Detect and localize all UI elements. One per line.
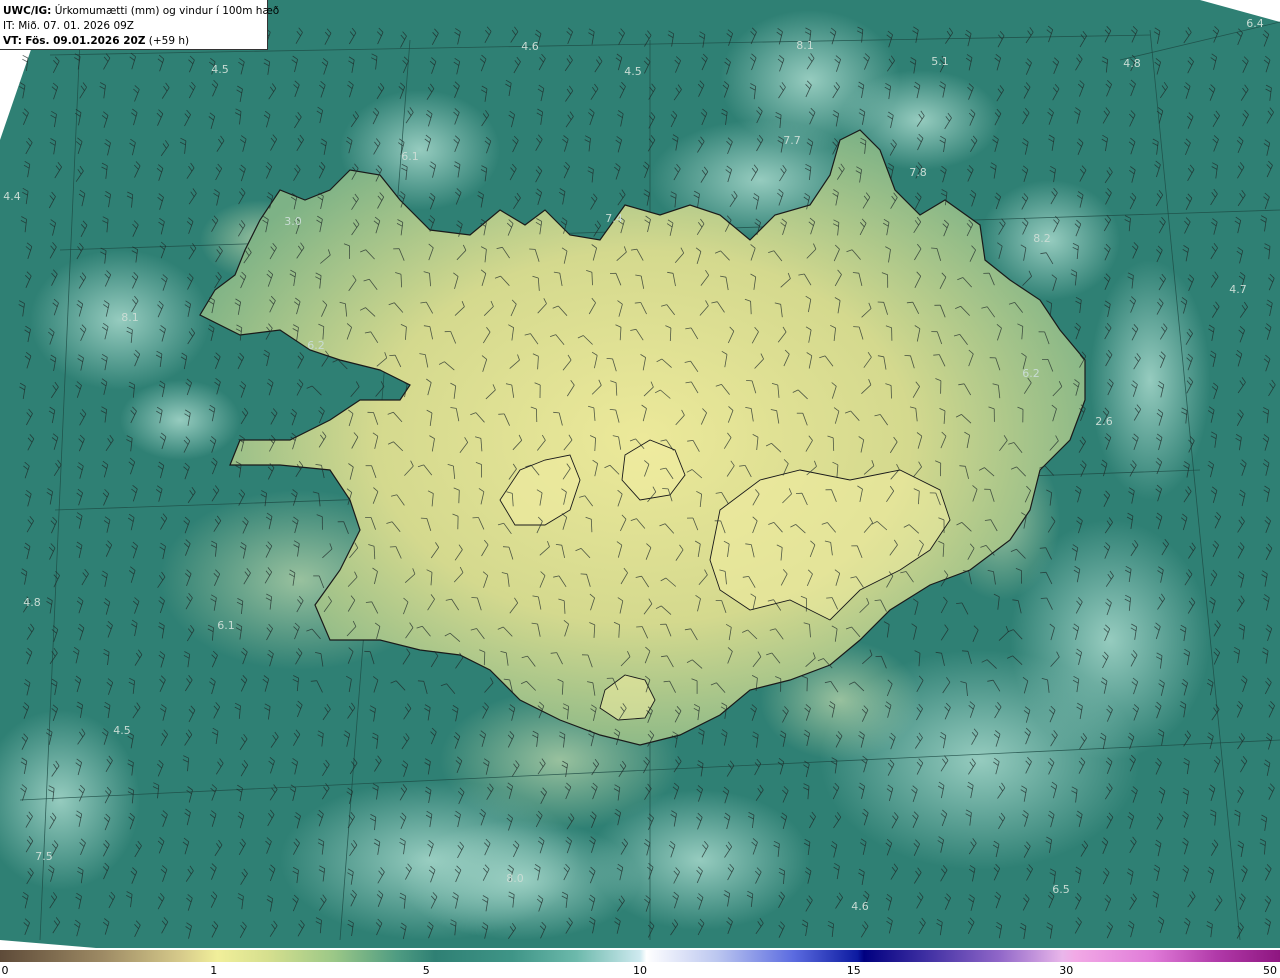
precipitation-map: 6.4 4.5 4.6 8.1 4.5 5.1 4.8 6.1 7.7 7.8 4.4 3.0 7.4 8… — [0, 0, 1280, 948]
map-area: 6.4 4.5 4.6 8.1 4.5 5.1 4.8 6.1 7.7 7.8 4.4 3.0 7.4 8… — [0, 0, 1280, 948]
map-value-label: 4.6 — [521, 40, 539, 53]
map-value-label: 4.5 — [211, 63, 229, 76]
map-value-label: 7.7 — [783, 134, 801, 147]
map-value-label: 7.5 — [35, 850, 53, 863]
map-value-label: 4.8 — [23, 596, 41, 609]
valid-prefix: VT: — [3, 35, 22, 47]
map-value-label: 6.1 — [401, 150, 419, 163]
map-value-label: 7.4 — [605, 212, 623, 225]
map-value-label: 6.1 — [217, 619, 235, 632]
map-value-label: 6.2 — [1022, 367, 1040, 380]
map-value-label: 4.4 — [3, 190, 21, 203]
map-value-label: 6.5 — [1052, 883, 1070, 896]
color-scale-bar — [0, 950, 1280, 962]
map-value-label: 4.7 — [1229, 283, 1247, 296]
scale-tick-label: 15 — [846, 964, 861, 977]
map-value-label: 8.0 — [506, 872, 524, 885]
map-value-label: 8.2 — [1033, 232, 1051, 245]
map-value-label: 5.1 — [931, 55, 949, 68]
scale-tick-label: 30 — [1059, 964, 1074, 977]
precip-patch — [30, 250, 210, 390]
field-description: Úrkomumætti (mm) og vindur í 100m hæð — [54, 5, 280, 17]
precip-patch — [1090, 260, 1210, 500]
forecast-info-box: UWC/IG: Úrkomumætti (mm) og vindur í 100… — [0, 0, 279, 50]
scale-tick-label: 50 — [1263, 964, 1277, 977]
map-value-label: 4.8 — [1123, 57, 1141, 70]
map-value-label: 8.1 — [796, 39, 814, 52]
map-value-label: 6.4 — [1246, 17, 1264, 30]
map-value-label: 8.1 — [121, 311, 139, 324]
valid-time-line: VT: Fös. 09.01.2026 20Z (+59 h) — [3, 34, 267, 49]
initial-time: IT: Mið. 07. 01. 2026 09Z — [3, 20, 134, 32]
map-value-label: 3.0 — [284, 215, 302, 228]
scale-tick-label: 10 — [633, 964, 647, 977]
scale-tick-label: 5 — [422, 964, 430, 977]
model-name: UWC/IG: — [3, 5, 52, 17]
precip-patch — [120, 380, 240, 460]
map-value-label: 6.2 — [307, 339, 325, 352]
map-value-label: 4.5 — [113, 724, 131, 737]
map-value-label: 7.8 — [909, 166, 927, 179]
map-value-label: 2.6 — [1095, 415, 1113, 428]
map-value-label: 4.5 — [624, 65, 642, 78]
title-line: UWC/IG: Úrkomumætti (mm) og vindur í 100… — [3, 4, 279, 19]
scale-tick-label: 0 — [1, 964, 9, 977]
valid-time: Fös. 09.01.2026 20Z — [25, 35, 146, 47]
map-value-label: 4.6 — [851, 900, 869, 913]
lead-time: (+59 h) — [148, 35, 190, 47]
scale-tick-label: 1 — [210, 964, 218, 977]
